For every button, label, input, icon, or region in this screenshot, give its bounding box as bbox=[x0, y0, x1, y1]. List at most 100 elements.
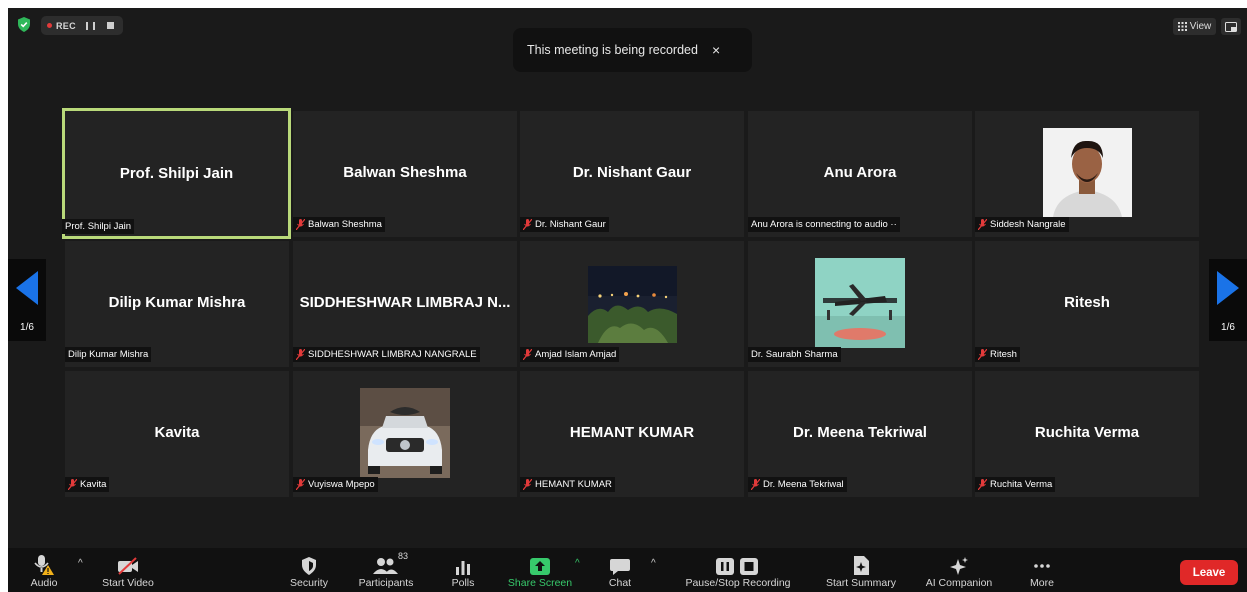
share-screen-button[interactable]: Share Screen bbox=[508, 548, 572, 592]
mic-muted-icon bbox=[523, 479, 532, 490]
nameplate-text: Dr. Nishant Gaur bbox=[535, 219, 606, 230]
nameplate-text: Dilip Kumar Mishra bbox=[68, 349, 149, 360]
video-tile[interactable]: Dr. Meena Tekriwal Dr. Meena Tekriwal bbox=[748, 371, 972, 497]
video-tile[interactable]: Prof. Shilpi Jain Prof. Shilpi Jain bbox=[62, 108, 291, 239]
chat-bubble-icon bbox=[610, 559, 630, 575]
leave-button[interactable]: Leave bbox=[1180, 560, 1238, 585]
start-video-button[interactable]: Start Video bbox=[91, 548, 165, 592]
encryption-shield-icon[interactable] bbox=[17, 17, 31, 32]
more-dots-icon bbox=[1034, 564, 1050, 568]
participant-nameplate: Ritesh bbox=[975, 347, 1020, 362]
nameplate-text: Siddesh Nangrale bbox=[990, 219, 1066, 230]
pause-stop-recording-button[interactable]: Pause/Stop Recording bbox=[680, 548, 796, 592]
nameplate-text: Dr. Saurabh Sharma bbox=[751, 349, 838, 360]
video-tile[interactable]: SIDDHESHWAR LIMBRAJ N... SIDDHESHWAR LIM… bbox=[293, 241, 517, 367]
participant-name: Dr. Nishant Gaur bbox=[572, 164, 692, 181]
participant-nameplate: Siddesh Nangrale bbox=[975, 217, 1069, 232]
nameplate-text: Kavita bbox=[80, 479, 107, 490]
participant-name: HEMANT KUMAR bbox=[569, 424, 695, 441]
arrow-left-icon bbox=[16, 271, 38, 305]
ai-sparkle-icon bbox=[950, 557, 968, 575]
nameplate-text: Prof. Shilpi Jain bbox=[65, 221, 132, 232]
video-tile[interactable]: Dilip Kumar Mishra Dilip Kumar Mishra bbox=[65, 241, 289, 367]
video-tile[interactable]: Ritesh Ritesh bbox=[975, 241, 1199, 367]
mic-muted-icon bbox=[978, 219, 987, 230]
video-tile[interactable]: Amjad Islam Amjad bbox=[520, 241, 744, 367]
mic-muted-icon bbox=[296, 219, 305, 230]
ai-companion-button[interactable]: AI Companion bbox=[921, 548, 997, 592]
recording-notification-text: This meeting is being recorded bbox=[527, 43, 698, 57]
nameplate-text: SIDDHESHWAR LIMBRAJ NANGRALE bbox=[308, 349, 477, 360]
nameplate-text: Vuyiswa Mpepo bbox=[308, 479, 375, 490]
start-summary-button[interactable]: Start Summary bbox=[820, 548, 902, 592]
video-tile[interactable]: Kavita Kavita bbox=[65, 371, 289, 497]
more-button[interactable]: More bbox=[1024, 548, 1060, 592]
previous-page-button[interactable]: 1/6 bbox=[8, 259, 46, 341]
next-page-button[interactable]: 1/6 bbox=[1209, 259, 1247, 341]
meeting-toolbar: Audio ^ Start Video Security Participant bbox=[8, 548, 1247, 592]
participant-nameplate: Dr. Nishant Gaur bbox=[520, 217, 609, 232]
video-tile[interactable]: Dr. Saurabh Sharma bbox=[748, 241, 972, 367]
video-tile[interactable]: HEMANT KUMAR HEMANT KUMAR bbox=[520, 371, 744, 497]
nameplate-text: Ritesh bbox=[990, 349, 1017, 360]
participant-name: Ritesh bbox=[1064, 294, 1110, 311]
recording-label: REC bbox=[56, 20, 76, 31]
audio-label: Audio bbox=[30, 577, 58, 589]
video-tile[interactable]: Siddesh Nangrale bbox=[975, 111, 1199, 237]
nameplate-text: Ruchita Verma bbox=[990, 479, 1053, 490]
audio-options-caret-icon[interactable]: ^ bbox=[78, 558, 83, 569]
start-summary-label: Start Summary bbox=[825, 577, 896, 589]
participant-nameplate: SIDDHESHWAR LIMBRAJ NANGRALE bbox=[293, 347, 480, 362]
participant-nameplate: Vuyiswa Mpepo bbox=[293, 477, 378, 492]
mic-muted-icon bbox=[296, 349, 305, 360]
recording-notification: This meeting is being recorded × bbox=[513, 28, 752, 72]
security-button[interactable]: Security bbox=[287, 548, 331, 592]
fullscreen-icon bbox=[1225, 21, 1237, 32]
video-tile[interactable]: Ruchita Verma Ruchita Verma bbox=[975, 371, 1199, 497]
video-off-icon bbox=[118, 557, 138, 575]
video-tile[interactable]: Anu Arora Anu Arora is connecting to aud… bbox=[748, 111, 972, 237]
polls-button[interactable]: Polls bbox=[448, 548, 478, 592]
participant-nameplate: Dilip Kumar Mishra bbox=[65, 347, 152, 362]
pause-recording-icon[interactable] bbox=[85, 21, 95, 30]
summary-document-icon bbox=[854, 556, 869, 575]
participant-nameplate: Kavita bbox=[65, 477, 110, 492]
view-button[interactable]: View bbox=[1173, 18, 1216, 35]
mic-muted-icon bbox=[523, 349, 532, 360]
close-icon[interactable]: × bbox=[712, 42, 720, 58]
fullscreen-button[interactable] bbox=[1221, 18, 1241, 35]
microphone-warning-icon bbox=[34, 555, 54, 575]
arrow-right-icon bbox=[1217, 271, 1239, 305]
stop-recording-icon[interactable] bbox=[106, 22, 114, 29]
video-tile[interactable]: Dr. Nishant Gaur Dr. Nishant Gaur bbox=[520, 111, 744, 237]
participants-button[interactable]: Participants bbox=[353, 548, 419, 592]
view-label: View bbox=[1189, 21, 1212, 32]
nameplate-text: Balwan Sheshma bbox=[308, 219, 382, 230]
mic-muted-icon bbox=[978, 479, 987, 490]
audio-button[interactable]: Audio bbox=[24, 548, 64, 592]
mic-muted-icon bbox=[751, 479, 760, 490]
share-screen-icon bbox=[530, 558, 550, 575]
profile-photo bbox=[815, 258, 905, 348]
polls-chart-icon bbox=[456, 561, 470, 575]
recording-indicator[interactable]: REC bbox=[41, 16, 123, 35]
chat-options-caret-icon[interactable]: ^ bbox=[651, 558, 656, 569]
nameplate-text: HEMANT KUMAR bbox=[535, 479, 612, 490]
chat-button[interactable]: Chat bbox=[605, 548, 635, 592]
video-tile[interactable]: Vuyiswa Mpepo bbox=[293, 371, 517, 497]
grid-view-icon bbox=[1177, 22, 1187, 31]
pause-stop-recording-label: Pause/Stop Recording bbox=[685, 577, 791, 589]
polls-label: Polls bbox=[451, 577, 475, 589]
share-options-caret-icon[interactable]: ^ bbox=[575, 558, 580, 569]
video-tile[interactable]: Balwan Sheshma Balwan Sheshma bbox=[293, 111, 517, 237]
share-screen-label: Share Screen bbox=[507, 577, 573, 589]
security-label: Security bbox=[290, 577, 328, 589]
participants-label: Participants bbox=[358, 577, 414, 589]
participant-nameplate: Balwan Sheshma bbox=[293, 217, 385, 232]
participant-name: Balwan Sheshma bbox=[343, 164, 467, 181]
participant-nameplate: Dr. Meena Tekriwal bbox=[748, 477, 847, 492]
mic-muted-icon bbox=[523, 219, 532, 230]
nameplate-text: Anu Arora is connecting to audio ·· bbox=[751, 219, 897, 230]
participant-name: Dr. Meena Tekriwal bbox=[793, 424, 927, 441]
participant-name: Kavita bbox=[154, 424, 200, 441]
